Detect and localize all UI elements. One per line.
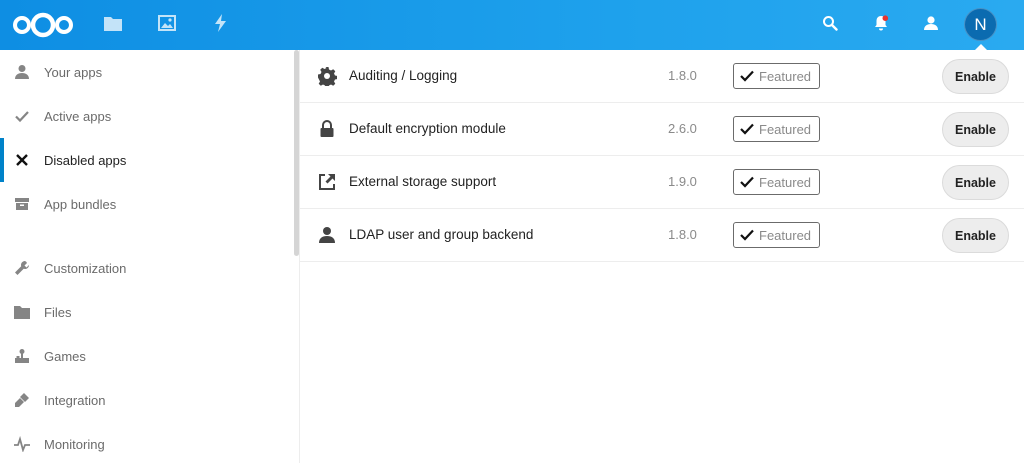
checkmark-icon [13,107,31,125]
featured-badge: Featured [733,169,820,195]
sidebar-item-your-apps[interactable]: Your apps [0,50,292,94]
app-version: 1.8.0 [668,68,697,83]
header-app-photos[interactable] [155,13,179,37]
joystick-icon [13,347,31,365]
app-version: 1.9.0 [668,174,697,189]
sidebar-item-label: Customization [44,260,127,276]
sidebar-item-label: Monitoring [44,436,105,452]
wrench-icon [13,259,31,277]
app-name: Default encryption module [349,121,506,136]
sidebar-item-monitoring[interactable]: Monitoring [0,422,292,466]
checkmark-icon [740,228,754,242]
image-icon [158,14,176,36]
featured-label: Featured [759,68,812,84]
sidebar-item-app-bundles[interactable]: App bundles [0,182,292,226]
sidebar-item-integration[interactable]: Integration [0,378,292,422]
folder-icon [104,15,122,36]
sidebar-item-label: Your apps [44,64,103,80]
sidebar-item-label: Files [44,304,72,320]
user-icon [13,63,31,81]
close-icon [13,151,31,169]
app-navigation: Your apps Active apps Disabled apps App … [0,50,300,463]
sidebar-scrollbar[interactable] [294,50,299,256]
featured-label: Featured [759,121,812,137]
enable-button[interactable]: Enable [942,165,1009,200]
enable-button[interactable]: Enable [942,59,1009,94]
sidebar-item-label: Disabled apps [44,152,127,168]
app-version: 1.8.0 [668,227,697,242]
pulse-icon [13,435,31,453]
contacts-button[interactable] [919,13,943,37]
sidebar-item-games[interactable]: Games [0,334,292,378]
app-row: External storage support 1.9.0 Featured … [300,156,1024,209]
sidebar-item-label: Integration [44,392,106,408]
app-name: External storage support [349,174,497,189]
app-row: Default encryption module 2.6.0 Featured… [300,103,1024,156]
sidebar-item-label: Active apps [44,108,112,124]
search-icon [822,15,838,36]
featured-label: Featured [759,174,812,190]
app-row: Auditing / Logging 1.8.0 Featured Enable [300,50,1024,103]
notifications-button[interactable] [869,13,893,37]
contacts-icon [922,15,940,36]
gear-icon [317,66,337,86]
sidebar-item-customization[interactable]: Customization [0,246,292,290]
bell-icon [873,14,889,36]
featured-badge: Featured [733,63,820,89]
app-row: LDAP user and group backend 1.8.0 Featur… [300,209,1024,262]
user-icon [317,225,337,245]
avatar[interactable]: N [964,8,997,41]
featured-badge: Featured [733,116,820,142]
nextcloud-logo-icon[interactable] [12,12,74,38]
folder-icon [13,303,31,321]
sidebar-item-label: App bundles [44,196,117,212]
app-name: LDAP user and group backend [349,227,534,242]
featured-badge: Featured [733,222,820,248]
checkmark-icon [740,122,754,136]
featured-label: Featured [759,227,812,243]
search-button[interactable] [818,13,842,37]
sidebar-item-disabled-apps[interactable]: Disabled apps [0,138,292,182]
checkmark-icon [740,175,754,189]
header-app-files[interactable] [101,13,125,37]
checkmark-icon [740,69,754,83]
app-name: Auditing / Logging [349,68,458,83]
sidebar-item-files[interactable]: Files [0,290,292,334]
lightning-icon [214,13,228,37]
sidebar-item-active-apps[interactable]: Active apps [0,94,292,138]
header-app-activity[interactable] [209,13,233,37]
external-link-icon [317,172,337,192]
enable-button[interactable]: Enable [942,112,1009,147]
archive-icon [13,195,31,213]
plug-icon [13,391,31,409]
lock-icon [317,119,337,139]
sidebar-item-label: Games [44,348,86,364]
enable-button[interactable]: Enable [942,218,1009,253]
app-version: 2.6.0 [668,121,697,136]
top-header: N [0,0,1024,51]
